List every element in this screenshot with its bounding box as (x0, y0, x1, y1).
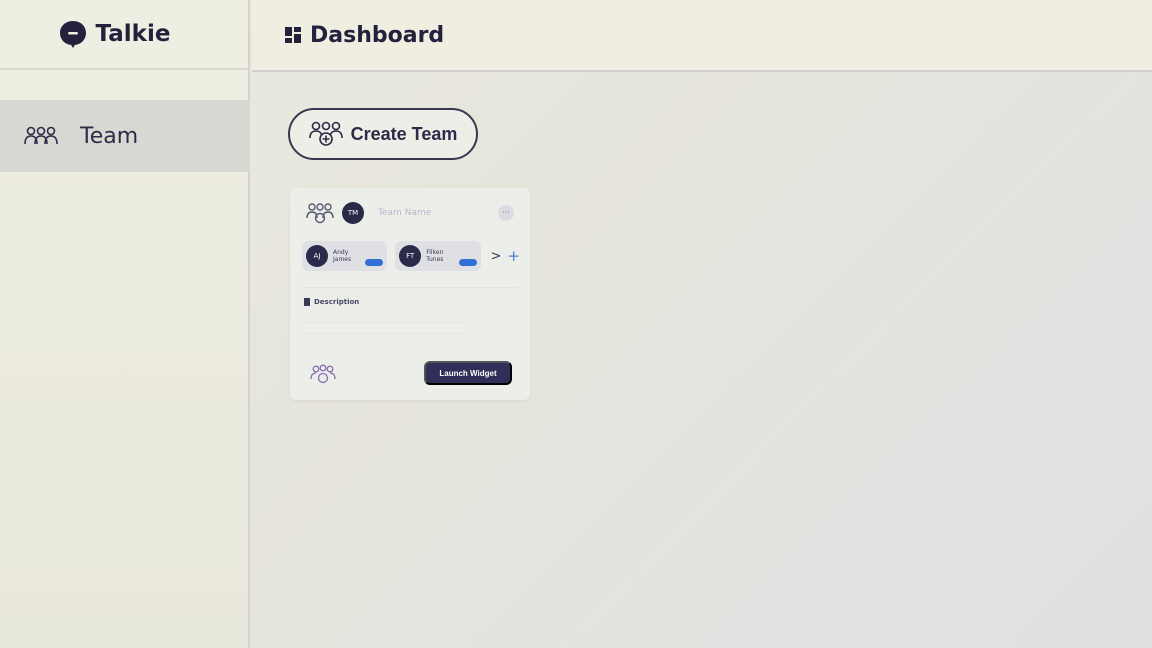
page-title: Dashboard (310, 22, 445, 48)
team-footer-icon (310, 364, 336, 384)
member-toggle[interactable] (458, 259, 477, 266)
create-team-button[interactable]: Create Team (288, 108, 478, 160)
dashboard-icon (285, 27, 301, 43)
sidebar-item-label: Team (80, 123, 139, 149)
chevron-right-icon[interactable]: > (491, 249, 502, 264)
description-input-line[interactable] (304, 333, 464, 334)
team-avatar: TM (342, 202, 364, 224)
team-name-field[interactable]: Team Name (378, 208, 498, 218)
member-toggle[interactable] (365, 259, 384, 266)
member-chip[interactable]: AJ Andy James (302, 241, 388, 271)
add-team-icon (308, 121, 343, 146)
member-name: Andy James (333, 249, 352, 263)
page-header: Dashboard (252, 0, 1152, 72)
team-card: TM Team Name ··· AJ Andy James FT Filken… (290, 188, 530, 400)
brand[interactable]: Talkie (0, 0, 248, 70)
chat-bubble-logo-icon (59, 21, 86, 48)
more-options-button[interactable]: ··· (498, 205, 514, 221)
document-icon (304, 298, 310, 306)
brand-name: Talkie (95, 21, 171, 47)
member-avatar: FT (399, 245, 422, 267)
sidebar-item-team[interactable]: Team (0, 100, 250, 172)
divider (302, 287, 518, 288)
create-team-label: Create Team (350, 123, 458, 144)
description-text: Description (314, 298, 360, 306)
launch-widget-button[interactable]: Launch Widget (424, 361, 512, 385)
sidebar: Talkie Team (0, 0, 250, 648)
description-label: Description (304, 298, 359, 306)
main-content: Create Team TM Team Name ··· AJ Andy Jam… (252, 74, 1152, 648)
member-chip[interactable]: FT Filken Tunes (395, 241, 481, 271)
add-member-icon[interactable]: + (507, 247, 520, 265)
member-name: Filken Tunes (426, 249, 444, 263)
users-icon (24, 126, 58, 145)
description-input-line[interactable] (304, 322, 464, 323)
team-card-header: TM Team Name ··· (306, 200, 514, 226)
member-avatar: AJ (306, 245, 328, 267)
team-icon (306, 203, 334, 224)
member-list: AJ Andy James FT Filken Tunes > + (302, 240, 520, 272)
